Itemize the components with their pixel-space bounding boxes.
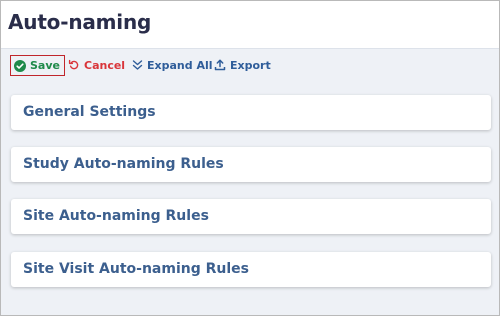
section-title: Site Visit Auto-naming Rules [23,261,249,277]
save-button[interactable]: Save [10,55,65,76]
cancel-label: Cancel [84,58,126,72]
expand-all-label: Expand All [147,58,213,72]
export-button[interactable]: Export [214,55,271,75]
expand-all-button[interactable]: Expand All [132,55,213,75]
undo-icon [68,59,79,70]
sections-panel: General Settings Study Auto-naming Rules… [1,81,499,315]
save-label: Save [30,59,60,72]
section-title: General Settings [23,104,156,120]
cancel-button[interactable]: Cancel [68,55,125,75]
section-study-auto-naming-rules[interactable]: Study Auto-naming Rules [11,147,491,182]
section-general-settings[interactable]: General Settings [11,95,491,130]
section-title: Study Auto-naming Rules [23,156,224,172]
toolbar: Save Cancel Expand All Export [1,48,499,81]
section-site-auto-naming-rules[interactable]: Site Auto-naming Rules [11,199,491,234]
export-label: Export [230,58,271,72]
double-chevron-down-icon [132,60,143,70]
page-title: Auto-naming [8,10,152,34]
section-title: Site Auto-naming Rules [23,208,209,224]
upload-icon [214,59,226,71]
section-site-visit-auto-naming-rules[interactable]: Site Visit Auto-naming Rules [11,252,491,287]
auto-naming-window: Auto-naming Save Cancel Expand All Expor… [0,0,500,316]
check-circle-icon [14,59,26,72]
